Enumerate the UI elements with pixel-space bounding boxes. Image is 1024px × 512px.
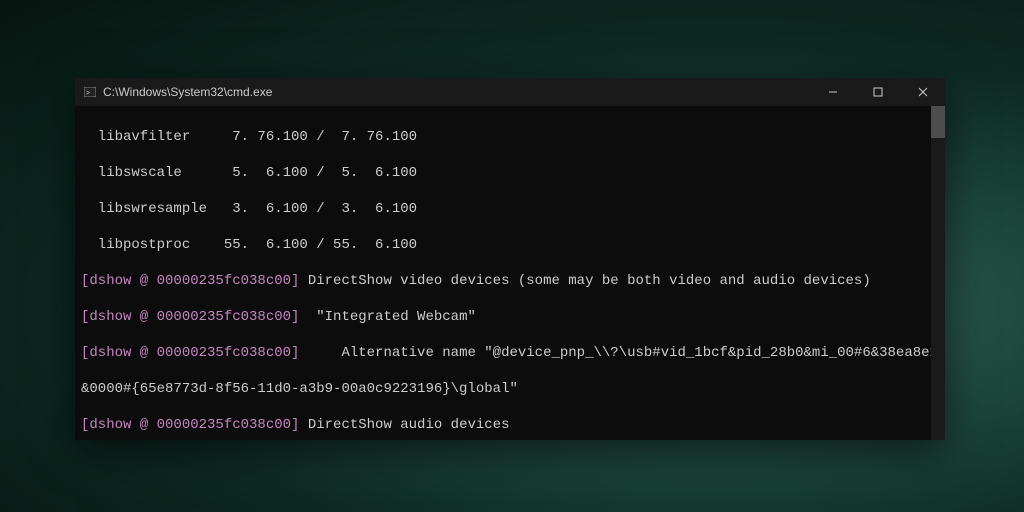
output-line: libswscale 5. 6.100 / 5. 6.100 xyxy=(81,164,939,182)
svg-text:>: > xyxy=(86,90,90,97)
maximize-button[interactable] xyxy=(855,78,900,106)
output-line: [dshow @ 00000235fc038c00] DirectShow au… xyxy=(81,416,939,434)
terminal-output[interactable]: libavfilter 7. 76.100 / 7. 76.100 libsws… xyxy=(75,106,945,440)
titlebar[interactable]: > C:\Windows\System32\cmd.exe xyxy=(75,78,945,106)
output-line: [dshow @ 00000235fc038c00] DirectShow vi… xyxy=(81,272,939,290)
minimize-button[interactable] xyxy=(810,78,855,106)
output-line: [dshow @ 00000235fc038c00] "Integrated W… xyxy=(81,308,939,326)
close-button[interactable] xyxy=(900,78,945,106)
output-line: &0000#{65e8773d-8f56-11d0-a3b9-00a0c9223… xyxy=(81,380,939,398)
output-line: libswresample 3. 6.100 / 3. 6.100 xyxy=(81,200,939,218)
scrollbar[interactable] xyxy=(931,106,945,440)
window-title: C:\Windows\System32\cmd.exe xyxy=(103,85,272,99)
output-line: libpostproc 55. 6.100 / 55. 6.100 xyxy=(81,236,939,254)
output-line: libavfilter 7. 76.100 / 7. 76.100 xyxy=(81,128,939,146)
cmd-window: > C:\Windows\System32\cmd.exe libavfilte… xyxy=(75,78,945,440)
cmd-icon: > xyxy=(83,85,97,99)
scroll-thumb[interactable] xyxy=(931,106,945,138)
output-line: [dshow @ 00000235fc038c00] Alternative n… xyxy=(81,344,939,362)
